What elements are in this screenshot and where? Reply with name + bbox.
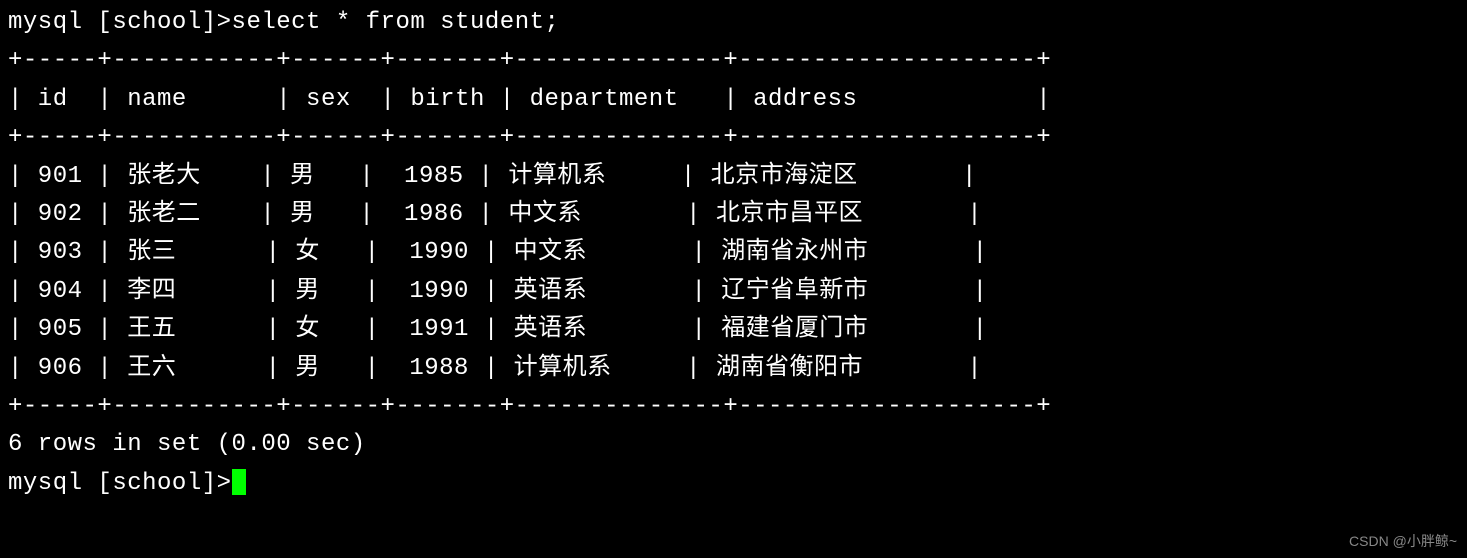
result-status: 6 rows in set (0.00 sec)	[8, 426, 1459, 464]
table-border-bottom: +-----+-----------+------+-------+------…	[8, 388, 1459, 426]
table-row: | 903 | 张三 | 女 | 1990 | 中文系 | 湖南省永州市 |	[8, 234, 1459, 272]
mysql-prompt: mysql [school]>	[8, 470, 232, 497]
table-row: | 904 | 李四 | 男 | 1990 | 英语系 | 辽宁省阜新市 |	[8, 273, 1459, 311]
sql-command: select * from student;	[232, 9, 560, 36]
table-header-row: | id | name | sex | birth | department |…	[8, 81, 1459, 119]
table-border-mid: +-----+-----------+------+-------+------…	[8, 119, 1459, 157]
cursor-icon	[232, 469, 246, 495]
table-border-top: +-----+-----------+------+-------+------…	[8, 42, 1459, 80]
command-line[interactable]: mysql [school]>select * from student;	[8, 4, 1459, 42]
table-row: | 901 | 张老大 | 男 | 1985 | 计算机系 | 北京市海淀区 |	[8, 158, 1459, 196]
table-row: | 905 | 王五 | 女 | 1991 | 英语系 | 福建省厦门市 |	[8, 311, 1459, 349]
mysql-prompt: mysql [school]>	[8, 9, 232, 36]
prompt-line[interactable]: mysql [school]>	[8, 465, 1459, 503]
table-row: | 902 | 张老二 | 男 | 1986 | 中文系 | 北京市昌平区 |	[8, 196, 1459, 234]
table-row: | 906 | 王六 | 男 | 1988 | 计算机系 | 湖南省衡阳市 |	[8, 350, 1459, 388]
watermark: CSDN @小胖鲸~	[1349, 530, 1457, 552]
